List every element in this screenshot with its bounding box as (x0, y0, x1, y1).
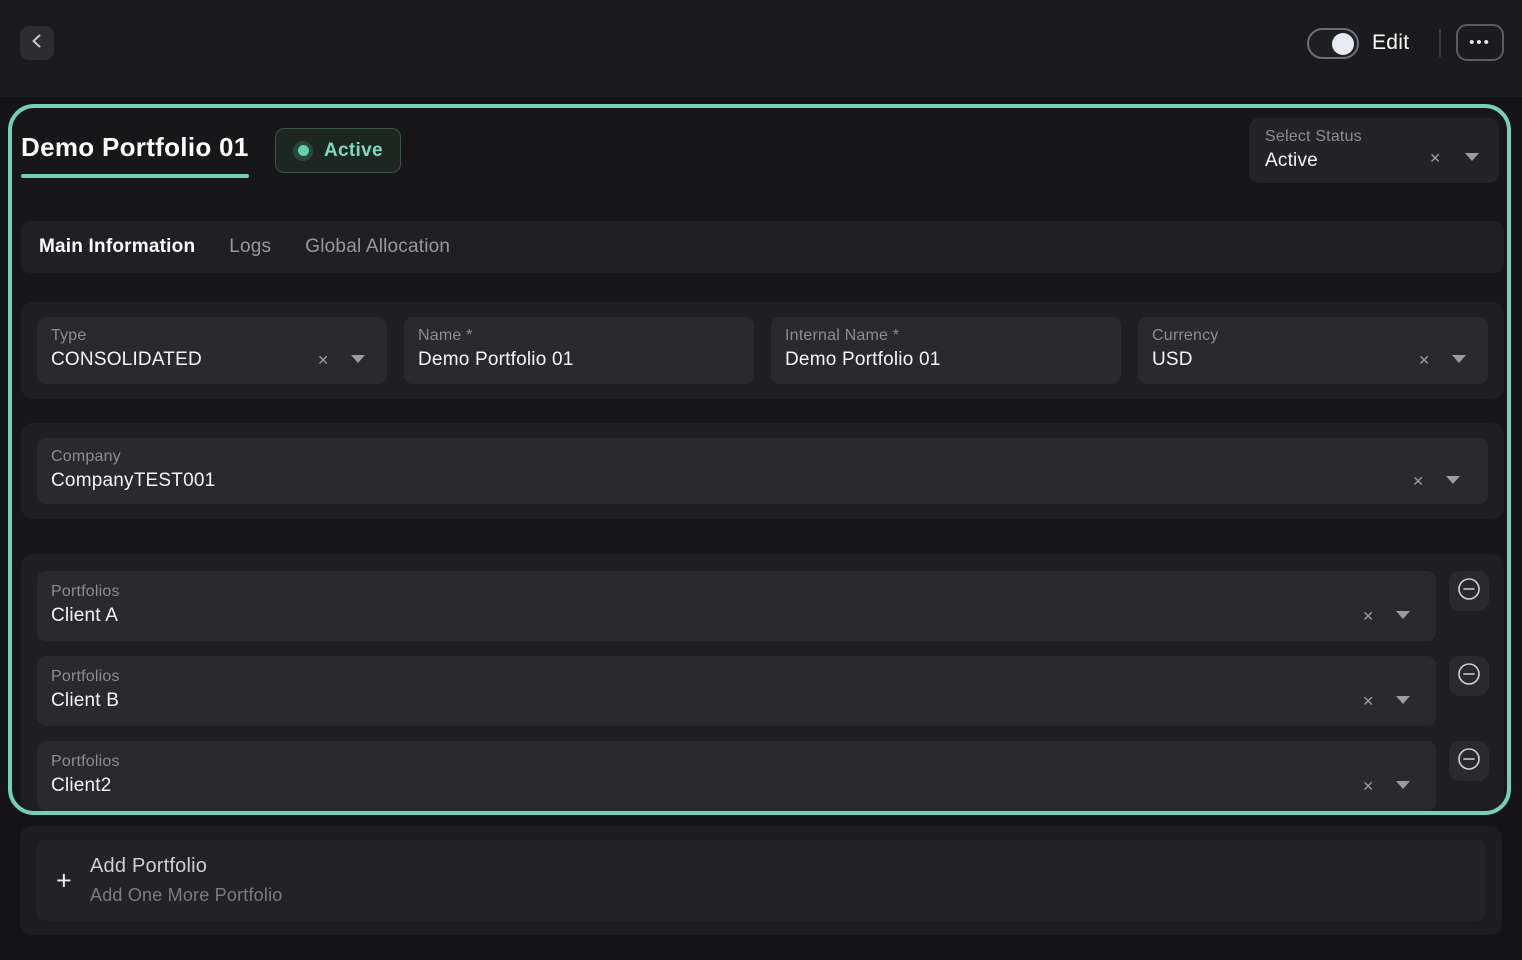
chevron-down-icon[interactable] (1396, 696, 1410, 704)
topbar-divider (1439, 29, 1441, 57)
portfolio-select-1[interactable]: Portfolios Client A ✕ (37, 571, 1436, 641)
tab-global-allocation[interactable]: Global Allocation (305, 236, 450, 258)
minus-circle-icon (1457, 747, 1481, 776)
add-portfolio-button[interactable]: + Add Portfolio Add One More Portfolio (36, 840, 1486, 921)
edit-toggle[interactable] (1307, 28, 1359, 59)
clear-icon[interactable]: ✕ (1362, 609, 1374, 623)
ellipsis-icon: ••• (1469, 35, 1491, 50)
tab-main-information[interactable]: Main Information (39, 236, 195, 258)
remove-portfolio-button-3[interactable] (1449, 741, 1489, 781)
clear-icon[interactable]: ✕ (1418, 353, 1430, 367)
add-portfolio-title: Add Portfolio (90, 855, 207, 878)
clear-icon[interactable]: ✕ (1362, 779, 1374, 793)
portfolio-label: Portfolios (51, 753, 1422, 771)
chevron-down-icon[interactable] (1446, 476, 1460, 484)
minus-circle-icon (1457, 577, 1481, 606)
chevron-down-icon[interactable] (1396, 611, 1410, 619)
type-label: Type (51, 327, 373, 345)
more-options-button[interactable]: ••• (1456, 24, 1504, 61)
clear-icon[interactable]: ✕ (1362, 694, 1374, 708)
clear-icon[interactable]: ✕ (317, 353, 329, 367)
status-dot-icon (293, 141, 313, 161)
company-value: CompanyTEST001 (51, 470, 1474, 492)
portfolio-value: Client2 (51, 775, 1422, 797)
internal-name-value: Demo Portfolio 01 (785, 349, 1107, 371)
portfolio-select-2[interactable]: Portfolios Client B ✕ (37, 656, 1436, 726)
status-select-label: Select Status (1265, 128, 1483, 146)
back-button[interactable] (20, 26, 54, 60)
clear-icon[interactable]: ✕ (1412, 474, 1424, 488)
remove-portfolio-button-2[interactable] (1449, 656, 1489, 696)
type-select[interactable]: Type CONSOLIDATED ✕ (37, 317, 387, 384)
portfolio-select-3[interactable]: Portfolios Client2 ✕ (37, 741, 1436, 811)
top-bar: Edit ••• (0, 0, 1522, 97)
title-underline (21, 174, 249, 178)
company-select[interactable]: Company CompanyTEST001 ✕ (37, 438, 1488, 504)
portfolio-edit-panel: Demo Portfolio 01 Active Select Status A… (8, 104, 1511, 815)
page-title-wrap: Demo Portfolio 01 (21, 132, 249, 178)
status-badge: Active (275, 128, 401, 173)
tab-logs[interactable]: Logs (229, 236, 271, 258)
status-select-value: Active (1265, 150, 1483, 172)
add-portfolio-section: + Add Portfolio Add One More Portfolio (20, 826, 1502, 935)
edit-toggle-knob (1332, 33, 1354, 55)
portfolio-label: Portfolios (51, 668, 1422, 686)
clear-icon[interactable]: ✕ (1429, 151, 1441, 165)
portfolio-value: Client B (51, 690, 1422, 712)
currency-select[interactable]: Currency USD ✕ (1138, 317, 1488, 384)
name-field[interactable]: Name * Demo Portfolio 01 (404, 317, 754, 384)
name-label: Name * (418, 327, 740, 345)
tab-bar: Main Information Logs Global Allocation (21, 221, 1504, 273)
currency-label: Currency (1152, 327, 1474, 345)
page-title: Demo Portfolio 01 (21, 132, 249, 163)
chevron-left-icon (30, 33, 44, 54)
add-portfolio-subtitle: Add One More Portfolio (90, 885, 283, 906)
chevron-down-icon[interactable] (1465, 153, 1479, 161)
portfolio-detail-screen: Edit ••• Demo Portfolio 01 Active Select… (0, 0, 1522, 960)
chevron-down-icon[interactable] (1452, 355, 1466, 363)
status-select[interactable]: Select Status Active ✕ (1249, 118, 1499, 183)
name-value: Demo Portfolio 01 (418, 349, 740, 371)
chevron-down-icon[interactable] (1396, 781, 1410, 789)
portfolios-section: Portfolios Client A ✕ Portfolios Client … (21, 554, 1504, 813)
main-fields-section: Type CONSOLIDATED ✕ Name * Demo Portfoli… (21, 302, 1504, 399)
company-label: Company (51, 448, 1474, 466)
plus-icon: + (56, 867, 72, 894)
portfolio-value: Client A (51, 605, 1422, 627)
internal-name-field[interactable]: Internal Name * Demo Portfolio 01 (771, 317, 1121, 384)
portfolio-label: Portfolios (51, 583, 1422, 601)
company-section: Company CompanyTEST001 ✕ (21, 423, 1504, 519)
remove-portfolio-button-1[interactable] (1449, 571, 1489, 611)
minus-circle-icon (1457, 662, 1481, 691)
edit-toggle-label: Edit (1372, 31, 1409, 55)
status-badge-label: Active (324, 140, 383, 162)
chevron-down-icon[interactable] (351, 355, 365, 363)
internal-name-label: Internal Name * (785, 327, 1107, 345)
